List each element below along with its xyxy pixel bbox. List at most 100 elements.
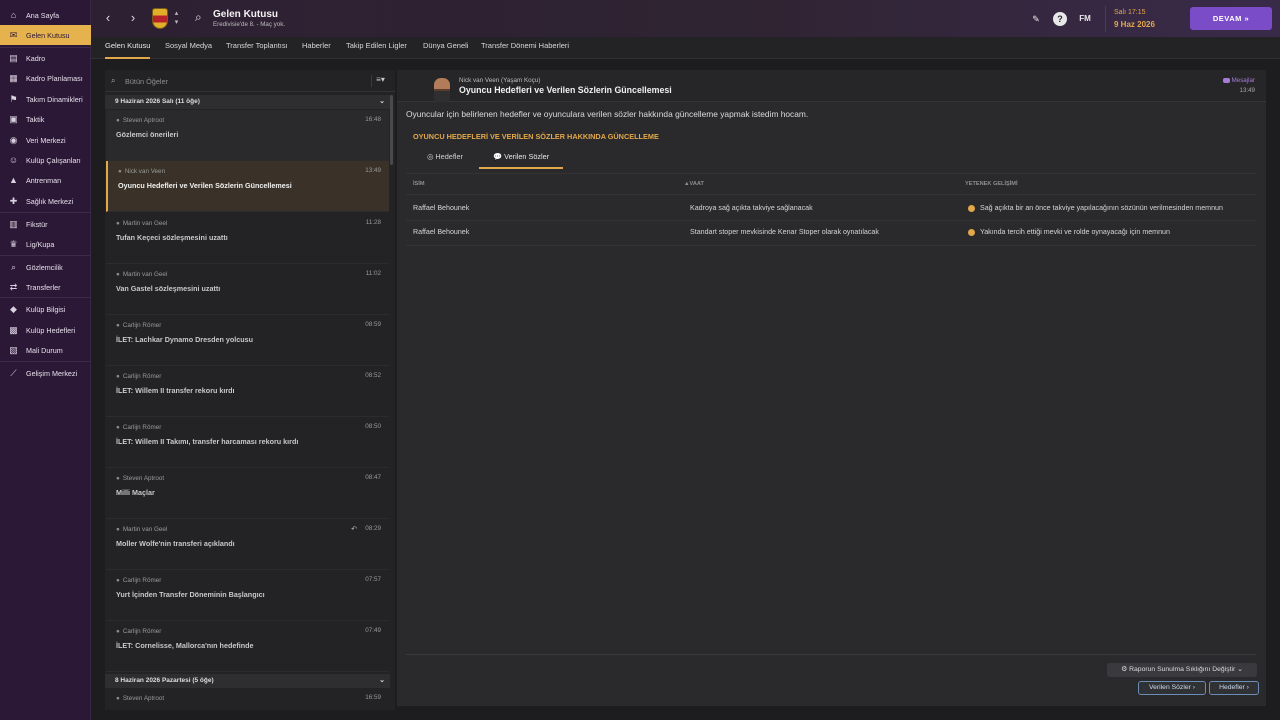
sidebar-item-club-vision[interactable]: ▩ Kulüp Hedefleri [0,320,91,340]
list-scrollbar[interactable] [390,95,393,165]
club-crest-icon[interactable] [152,8,168,29]
forward-button[interactable]: › [125,10,141,26]
sidebar-divider [0,361,91,362]
list-item[interactable]: ● Martin van Geel 11:28 Tufan Keçeci sözleş… [106,213,389,264]
sender-name: Carlijn Römer [122,577,162,584]
filter-menu-icon[interactable]: ≡▾ [371,75,389,87]
message-subject: Van Gastel sözleşmesini uzattı [116,284,221,293]
sidebar-item-staff[interactable]: ☺ Kulüp Çalışanları [0,150,91,170]
sidebar-item-squad-planner[interactable]: ▦ Kadro Planlaması [0,68,91,88]
sidebar-item-squad[interactable]: ▤ Kadro [0,48,91,68]
list-item[interactable]: ● Carlijn Römer 08:52 İLET: Willem II trans… [106,366,389,417]
tab-social-media[interactable]: Sosyal Medya [165,37,212,59]
chat-icon[interactable]: ✎ [1029,12,1043,26]
person-icon: ● [116,373,120,380]
sidebar-item-competitions[interactable]: ♛ Lig/Kupa [0,234,91,254]
list-item[interactable]: ● Steven Aptroot 08:47 Milli Maçlar [106,468,389,519]
message-time: 11:02 [365,270,381,277]
top-bar: ‹ › ▴ ▾ ⌕ Gelen Kutusu Eredivisie'de 8. -… [91,0,1280,37]
message-sender: ● Nick van Veen [118,168,165,175]
promises-button[interactable]: Verilen Sözler › [1138,681,1206,695]
list-item[interactable]: ● Carlijn Römer 08:50 İLET: Willem II Takım… [106,417,389,468]
status-icon [968,228,975,236]
player-name-link[interactable]: Raffael Behounek [413,204,469,212]
current-date[interactable]: 9 Haz 2026 [1114,20,1155,29]
fixtures-icon: ▥ [9,218,18,229]
tab-inbox[interactable]: Gelen Kutusu [105,37,151,59]
list-item-selected[interactable]: ● Nick van Veen 13:49 Oyuncu Hedefleri ve V… [106,161,389,212]
divider [406,654,1256,655]
message-subject: Yurt İçinden Transfer Döneminin Başlangı… [116,590,265,599]
list-item[interactable]: ● Martin van Geel 11:02 Van Gastel sözleşme… [106,264,389,315]
list-item[interactable]: ● Carlijn Römer 07:49 İLET: Cornelisse, Mal… [106,621,389,672]
group-header[interactable]: 8 Haziran 2026 Pazartesi (5 öğe) ⌄ [105,674,390,688]
column-header-name[interactable]: İSİM [413,181,425,187]
sidebar-item-development[interactable]: ⟋ Gelişim Merkezi [0,363,91,383]
club-switch-icon[interactable]: ▴ ▾ [172,9,181,29]
sender-name: Steven Aptroot [122,117,165,124]
club-vision-icon: ▩ [9,324,18,335]
divider [1105,6,1106,32]
sidebar-item-inbox[interactable]: ✉ Gelen Kutusu [0,25,91,45]
search-icon[interactable]: ⌕ [195,10,202,25]
sidebar-item-dynamics[interactable]: ⚑ Takım Dinamikleri [0,89,91,109]
chevron-right-icon: › [1244,684,1249,691]
message-time: 07:57 [365,576,381,583]
sidebar-item-training[interactable]: ▲ Antrenman [0,170,91,190]
continue-button[interactable]: DEVAM » [1190,7,1272,30]
message-sender: ● Steven Aptroot [116,475,164,482]
message-subject: İLET: Willem II transfer rekoru kırdı [116,386,235,395]
sidebar-item-tactics[interactable]: ▣ Taktik [0,109,91,129]
sidebar-item-fixtures[interactable]: ▥ Fikstür [0,214,91,234]
message-tag-icon [1222,77,1230,83]
avatar[interactable] [434,78,450,102]
help-icon[interactable]: ? [1053,12,1067,26]
message-intro: Oyuncular için belirlenen hedefler ve oy… [406,109,809,119]
tab-world[interactable]: Dünya Geneli [423,37,468,59]
message-from[interactable]: Nick van Veen (Yaşam Koçu) [459,77,540,84]
list-item[interactable]: ● Martin van Geel ↶ 08:29 Moller Wolfe'nin t… [106,519,389,570]
button-label: Hedefler [1219,684,1245,691]
sidebar-item-home[interactable]: ⌂ Ana Sayfa [0,5,91,25]
tab-goals[interactable]: ◎ Hedefler [427,152,477,169]
report-frequency-button[interactable]: ⚙ Raporun Sunulma Sıklığını Değiştir ⌄ [1107,663,1257,677]
sidebar-item-scouting[interactable]: ⌕ Gözlemcilik [0,257,91,277]
sidebar-item-finances[interactable]: ▧ Mali Durum [0,340,91,360]
column-header-promise[interactable]: ▲VAAT [684,181,704,187]
tab-promises[interactable]: 💬 Verilen Sözler [479,152,563,169]
sender-name: Martin van Geel [122,271,168,278]
sidebar-item-label: Gelen Kutusu [26,30,70,40]
list-item[interactable]: ● Carlijn Römer 08:59 İLET: Lachkar Dynamo … [106,315,389,366]
list-item[interactable]: ● Steven Aptroot 16:48 Gözlemci önerileri [106,110,389,161]
tab-followed-leagues[interactable]: Takip Edilen Ligler [346,37,407,59]
sidebar-item-data-hub[interactable]: ◉ Veri Merkezi [0,130,91,150]
inbox-icon: ✉ [9,29,18,40]
goals-button[interactable]: Hedefler › [1209,681,1259,695]
person-icon: ● [116,628,120,635]
message-time: 08:29 [365,525,381,532]
sidebar-item-club-info[interactable]: ◆ Kulüp Bilgisi [0,299,91,319]
back-button[interactable]: ‹ [100,10,116,26]
inbox-tabs: Gelen Kutusu Sosyal Medya Transfer Topla… [91,37,1280,59]
list-item[interactable]: ● Steven Aptroot 16:59 [106,689,389,710]
tab-news[interactable]: Haberler [302,37,331,59]
sidebar-item-label: Kulüp Çalışanları [26,155,81,165]
sidebar-item-medical[interactable]: ✚ Sağlık Merkezi [0,191,91,211]
squad-planner-icon: ▦ [9,72,18,83]
filter-input[interactable]: Bütün Öğeler [125,77,168,86]
message-time: 11:28 [365,219,381,226]
staff-icon: ☺ [8,154,19,165]
group-header[interactable]: 9 Haziran 2026 Salı (11 öğe) ⌄ [105,95,390,109]
divider [406,173,1256,174]
scouting-icon: ⌕ [10,261,17,272]
tab-label: Hedefler [435,152,463,161]
sidebar-item-transfers[interactable]: ⇄ Transferler [0,277,91,297]
fm-menu-icon[interactable]: FM [1078,12,1092,26]
tab-transfer-window-news[interactable]: Transfer Dönemi Haberleri [481,37,569,59]
sidebar-item-label: Fikstür [26,219,48,229]
tab-transfer-meeting[interactable]: Transfer Toplantısı [226,37,288,59]
message-time: 16:48 [365,116,381,123]
column-header-progress[interactable]: YETENEK GELİŞİMİ [965,181,1018,187]
player-name-link[interactable]: Raffael Behounek [413,228,469,236]
list-item[interactable]: ● Carlijn Römer 07:57 Yurt İçinden Transfer… [106,570,389,621]
